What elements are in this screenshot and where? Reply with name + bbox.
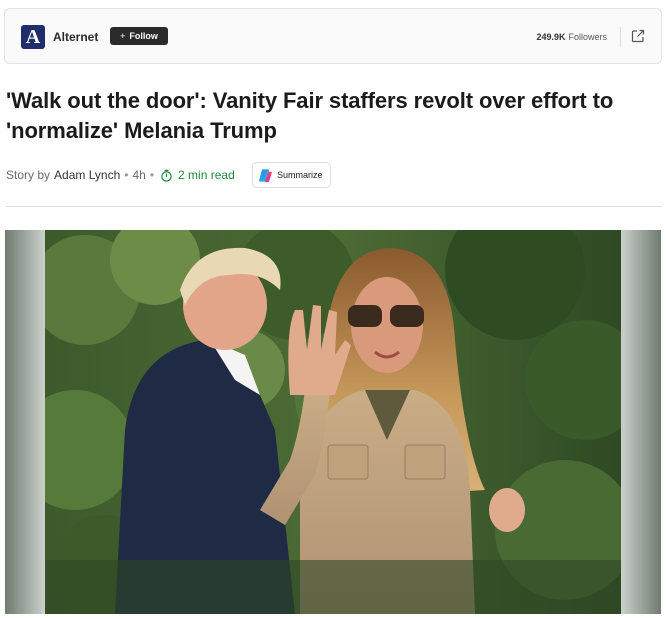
stopwatch-icon bbox=[161, 169, 172, 182]
copilot-icon bbox=[259, 168, 272, 182]
read-time: 2 min read bbox=[178, 168, 235, 182]
section-divider bbox=[6, 206, 662, 207]
divider bbox=[620, 27, 621, 47]
follow-label: Follow bbox=[129, 31, 158, 41]
follow-button[interactable]: + Follow bbox=[110, 27, 168, 45]
summarize-label: Summarize bbox=[277, 170, 323, 180]
followers-number: 249.9K bbox=[536, 32, 566, 42]
article-age: 4h bbox=[132, 168, 146, 182]
story-by-label: Story by bbox=[6, 168, 51, 182]
hero-photo[interactable] bbox=[45, 230, 621, 614]
summarize-button[interactable]: Summarize bbox=[252, 162, 331, 188]
author-link[interactable]: Adam Lynch bbox=[54, 168, 120, 182]
byline: Story by Adam Lynch • 4h • 2 min read bbox=[6, 166, 235, 184]
external-link-icon[interactable] bbox=[631, 29, 645, 43]
publisher-bar: A Alternet + Follow 249.9K Followers bbox=[4, 8, 662, 64]
hero-image-frame bbox=[5, 230, 661, 614]
followers-count: 249.9K Followers bbox=[536, 32, 607, 42]
publisher-name[interactable]: Alternet bbox=[53, 30, 98, 44]
separator-dot: • bbox=[149, 168, 155, 182]
plus-icon: + bbox=[120, 31, 126, 41]
followers-label: Followers bbox=[568, 32, 607, 42]
publisher-logo[interactable]: A bbox=[21, 25, 45, 49]
separator-dot: • bbox=[124, 168, 129, 182]
article-headline: 'Walk out the door': Vanity Fair staffer… bbox=[6, 88, 614, 143]
